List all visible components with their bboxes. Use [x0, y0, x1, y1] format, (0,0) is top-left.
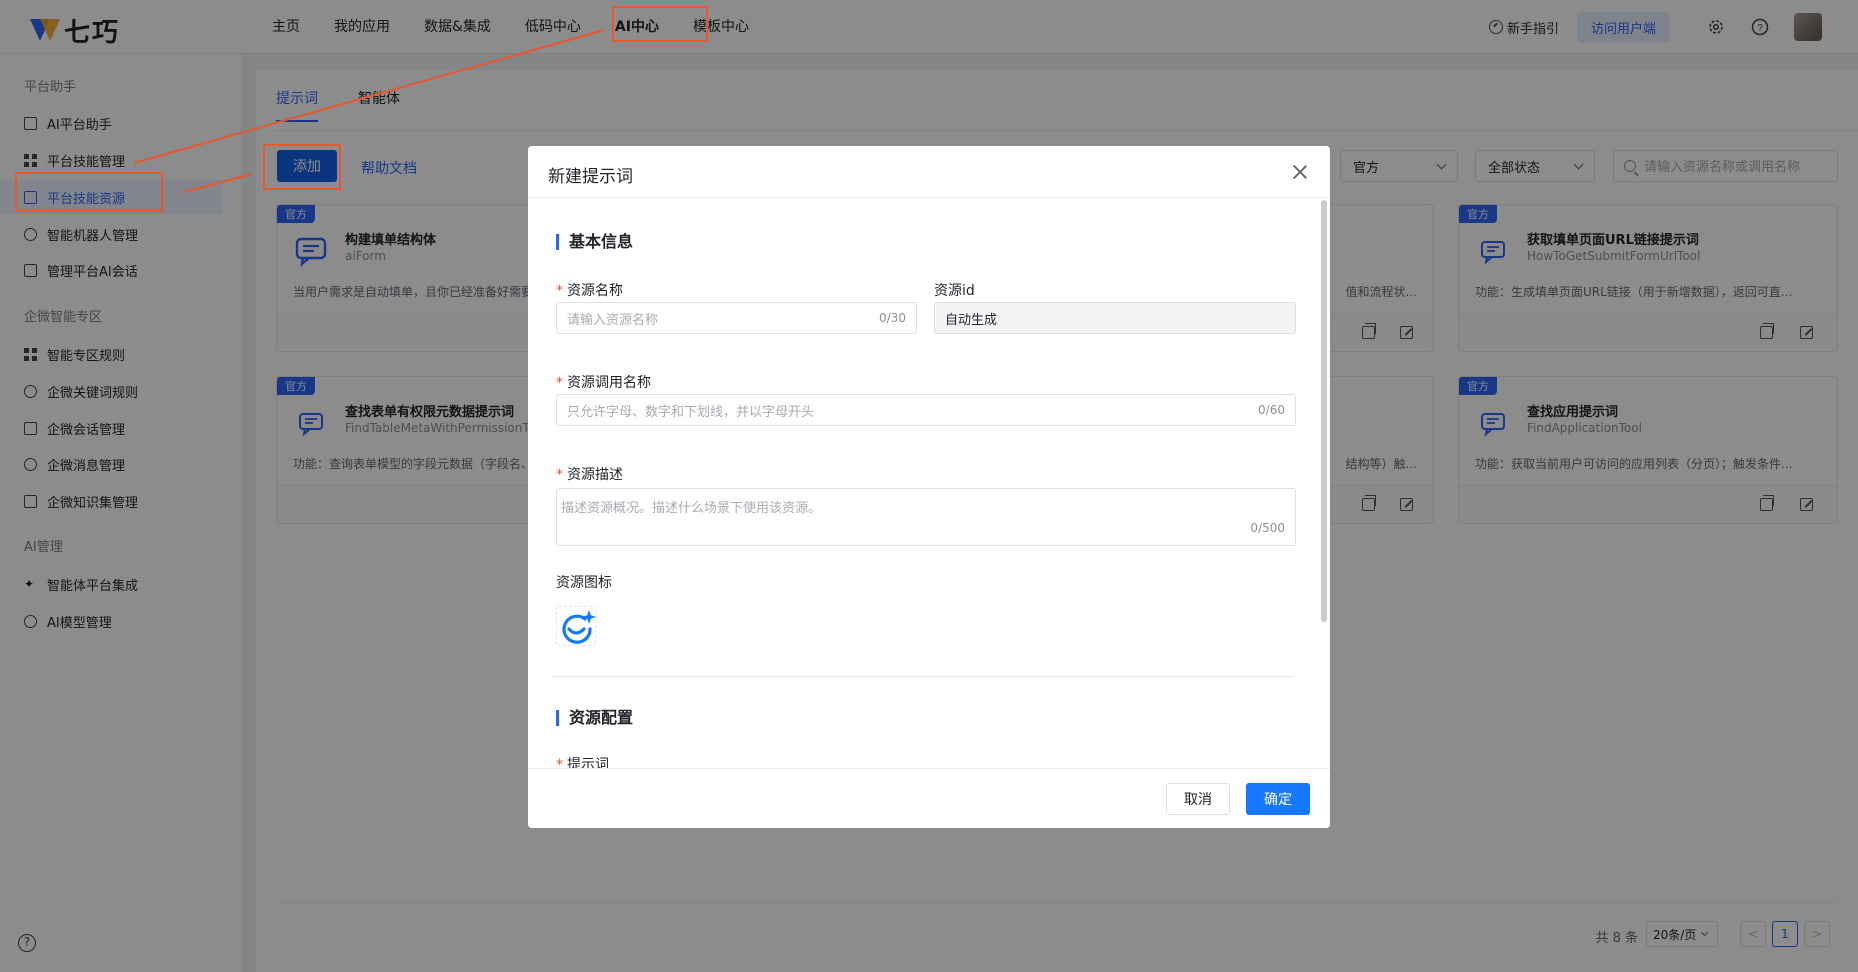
section-title-resource-config: 资源配置 — [556, 710, 633, 726]
cancel-button[interactable]: 取消 — [1166, 783, 1230, 815]
label-text: 资源描述 — [567, 467, 623, 483]
placeholder-text: 描述资源概况。描述什么场景下使用该资源。 — [561, 501, 822, 516]
description-textarea[interactable]: 描述资源概况。描述什么场景下使用该资源。 0/500 — [556, 488, 1296, 546]
char-counter: 0/500 — [1250, 521, 1285, 535]
resource-id-label: 资源id — [934, 283, 975, 299]
label-text: 资源调用名称 — [567, 375, 651, 391]
confirm-button[interactable]: 确定 — [1246, 783, 1310, 815]
dialog-scrollbar[interactable] — [1318, 198, 1330, 768]
scrollbar-thumb[interactable] — [1321, 200, 1327, 622]
dialog-title: 新建提示词 — [548, 167, 633, 187]
resource-icon-picker[interactable] — [556, 606, 596, 646]
resource-id-value: 自动生成 — [945, 312, 998, 328]
resource-name-input[interactable]: 请输入资源名称 0/30 — [556, 302, 917, 334]
resource-icon-label: 资源图标 — [556, 575, 612, 591]
placeholder-text: 请输入资源名称 — [567, 312, 659, 328]
dialog-header: 新建提示词 — [528, 146, 1330, 198]
resource-name-label: * 资源名称 — [556, 283, 623, 299]
resource-id-field: 自动生成 — [934, 302, 1296, 334]
char-counter: 0/30 — [879, 311, 906, 325]
new-prompt-dialog: 新建提示词 基本信息 * 资源名称 请输入资源名称 0/30 资源id 自动生成 … — [528, 146, 1330, 828]
section-title-basic-info: 基本信息 — [556, 234, 633, 250]
char-counter: 0/60 — [1258, 403, 1285, 417]
dialog-body: 基本信息 * 资源名称 请输入资源名称 0/30 资源id 自动生成 * 资源调用名… — [528, 198, 1318, 768]
label-text: 资源名称 — [567, 283, 623, 299]
call-name-input[interactable]: 只允许字母、数字和下划线，并以字母开头 0/60 — [556, 394, 1296, 426]
call-name-label: * 资源调用名称 — [556, 375, 651, 391]
label-text: 提示词 — [567, 757, 609, 768]
section-divider — [552, 676, 1294, 677]
placeholder-text: 只允许字母、数字和下划线，并以字母开头 — [567, 404, 815, 420]
dialog-footer: 取消 确定 — [528, 768, 1330, 828]
description-label: * 资源描述 — [556, 467, 623, 483]
prompt-label: * 提示词 — [556, 754, 609, 768]
close-icon[interactable] — [1292, 164, 1308, 180]
smile-sparkle-icon — [562, 610, 596, 644]
